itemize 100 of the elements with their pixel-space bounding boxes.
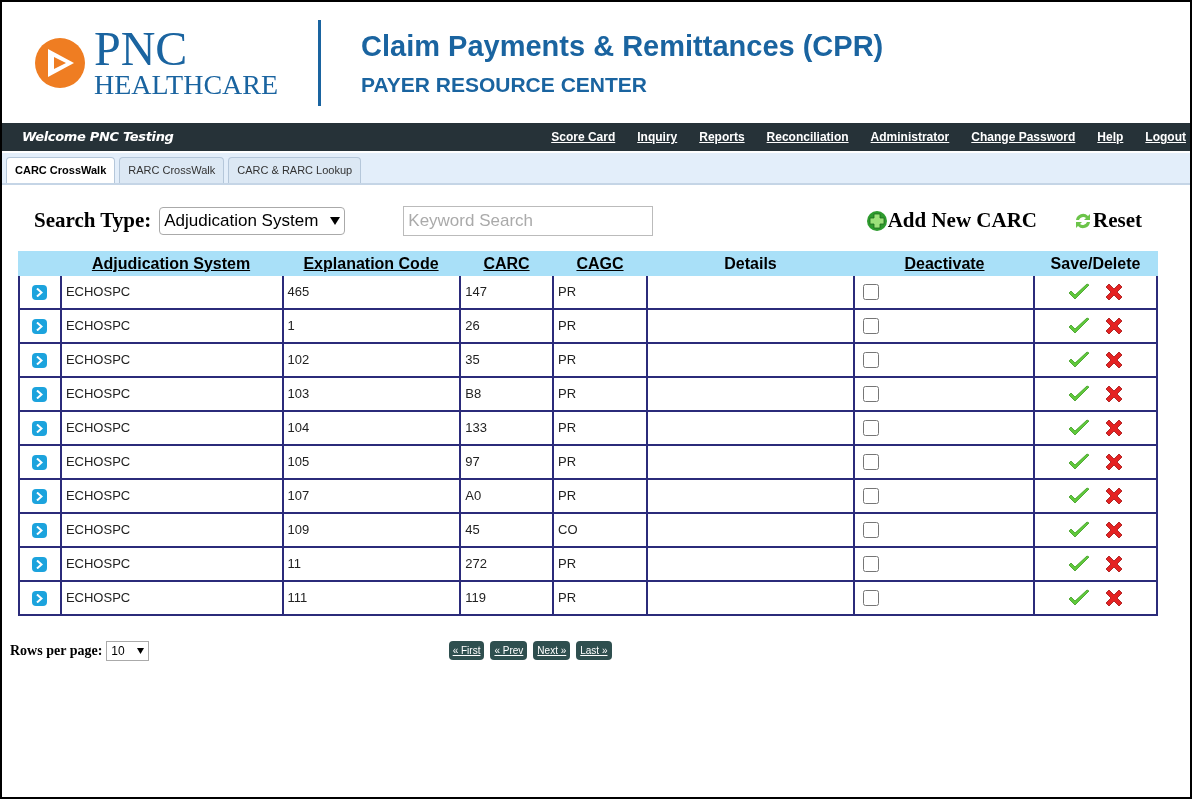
table-cell-text: ECHOSPC: [65, 385, 131, 404]
pager-button[interactable]: « First: [448, 641, 485, 660]
deactivate-checkbox[interactable]: [862, 420, 879, 436]
nav-link[interactable]: Reports: [699, 128, 745, 146]
table-cell-text: PR: [558, 487, 577, 506]
save-check-icon[interactable]: [1066, 418, 1091, 438]
search-type-dropdown[interactable]: Adjudication System: [159, 207, 346, 235]
table-cell-text: 26: [465, 317, 480, 336]
save-check-icon[interactable]: [1066, 350, 1091, 370]
brand-subtitle: HEALTHCARE: [94, 70, 279, 99]
expand-row-button[interactable]: [32, 284, 48, 300]
chevron-right-icon: [36, 355, 44, 365]
save-check-icon[interactable]: [1066, 588, 1091, 608]
expand-row-button[interactable]: [32, 556, 48, 572]
deactivate-checkbox[interactable]: [862, 556, 879, 572]
chevron-right-icon: [36, 525, 44, 535]
deactivate-checkbox[interactable]: [862, 522, 879, 538]
nav-link[interactable]: Reconciliation: [766, 128, 849, 146]
expand-row-button[interactable]: [32, 420, 48, 436]
table-cell-text: 105: [287, 453, 310, 472]
deactivate-checkbox[interactable]: [862, 488, 879, 504]
plus-icon: [865, 210, 888, 232]
keyword-search-field[interactable]: Keyword Search: [403, 206, 654, 236]
table-cell-text: 45: [465, 521, 480, 540]
table-cell-text: ECHOSPC: [65, 317, 131, 336]
chevron-right-icon: [36, 491, 44, 501]
save-check-icon[interactable]: [1066, 554, 1091, 574]
table-cell-text: PR: [558, 419, 577, 438]
deactivate-checkbox[interactable]: [862, 318, 879, 334]
table-cell-text: 272: [465, 555, 487, 574]
expand-row-button[interactable]: [32, 522, 48, 538]
save-check-icon[interactable]: [1066, 384, 1091, 404]
nav-link[interactable]: Score Card: [551, 128, 616, 146]
pager-button[interactable]: Next »: [533, 641, 571, 660]
column-header[interactable]: Explanation Code: [303, 251, 439, 276]
table-cell-text: A0: [465, 487, 482, 506]
save-check-icon[interactable]: [1066, 452, 1091, 472]
nav-link[interactable]: Help: [1097, 128, 1124, 146]
table-cell-text: ECHOSPC: [65, 555, 131, 574]
save-check-icon[interactable]: [1066, 316, 1091, 336]
save-check-icon[interactable]: [1066, 520, 1091, 540]
tab[interactable]: CARC CrossWalk: [6, 157, 116, 183]
table-cell-text: 133: [465, 419, 487, 438]
expand-row-button[interactable]: [32, 386, 48, 402]
column-header[interactable]: Deactivate: [904, 251, 985, 276]
expand-row-button[interactable]: [32, 454, 48, 470]
table-cell-text: ECHOSPC: [65, 283, 131, 302]
rows-per-page-dropdown[interactable]: 10: [106, 640, 149, 661]
expand-row-button[interactable]: [32, 488, 48, 504]
table-cell-text: PR: [558, 589, 577, 608]
deactivate-checkbox[interactable]: [862, 590, 879, 606]
table-cell-text: ECHOSPC: [65, 453, 131, 472]
column-header[interactable]: CAGC: [576, 251, 624, 276]
nav-link[interactable]: Logout: [1145, 128, 1186, 146]
app-title: Claim Payments & Remittances (CPR): [361, 29, 884, 64]
table-cell-text: 97: [465, 453, 480, 472]
table-cell-text: PR: [558, 283, 577, 302]
table-cell-text: PR: [558, 453, 577, 472]
nav-link[interactable]: Inquiry: [637, 128, 678, 146]
expand-row-button[interactable]: [32, 352, 48, 368]
deactivate-checkbox[interactable]: [862, 284, 879, 300]
expand-row-button[interactable]: [32, 318, 48, 334]
expand-row-button[interactable]: [32, 590, 48, 606]
tab[interactable]: RARC CrossWalk: [119, 157, 225, 183]
table-cell-text: PR: [558, 317, 577, 336]
caret-icon: [330, 217, 341, 225]
chevron-right-icon: [36, 321, 44, 331]
table-cell-text: PR: [558, 555, 577, 574]
chevron-right-icon: [36, 287, 44, 297]
column-header: Details: [724, 253, 777, 274]
table-cell-text: 104: [287, 419, 310, 438]
deactivate-checkbox[interactable]: [862, 386, 879, 402]
table-cell-text: PR: [558, 351, 577, 370]
table-cell-text: B8: [465, 385, 482, 404]
table-cell-text: 465: [287, 283, 310, 302]
table-cell-text: ECHOSPC: [65, 521, 131, 540]
pager-button[interactable]: Last »: [576, 641, 612, 660]
table-cell-text: 11: [287, 555, 302, 574]
table-cell-text: 107: [287, 487, 310, 506]
column-header[interactable]: Adjudication System: [91, 251, 251, 276]
deactivate-checkbox[interactable]: [862, 454, 879, 470]
nav-link[interactable]: Change Password: [971, 128, 1076, 146]
table-cell-text: 119: [465, 589, 486, 608]
reset-button[interactable]: Reset: [1073, 205, 1142, 237]
chevron-right-icon: [36, 559, 44, 569]
table-cell-text: CO: [558, 521, 578, 540]
deactivate-checkbox[interactable]: [862, 352, 879, 368]
logo-icon: [34, 36, 86, 89]
table-cell-text: ECHOSPC: [65, 487, 131, 506]
table-cell-text: 147: [465, 283, 487, 302]
column-header[interactable]: CARC: [483, 251, 530, 276]
table-cell-text: 111: [287, 589, 308, 608]
pager-button[interactable]: « Prev: [490, 641, 528, 660]
add-new-carc-button[interactable]: Add New CARC: [865, 205, 1037, 237]
save-check-icon[interactable]: [1066, 282, 1091, 302]
caret-icon: [136, 647, 144, 654]
nav-link[interactable]: Administrator: [870, 128, 950, 146]
tab[interactable]: CARC & RARC Lookup: [228, 157, 362, 183]
welcome-text: Welcome PNC Testing: [22, 128, 174, 147]
save-check-icon[interactable]: [1066, 486, 1091, 506]
